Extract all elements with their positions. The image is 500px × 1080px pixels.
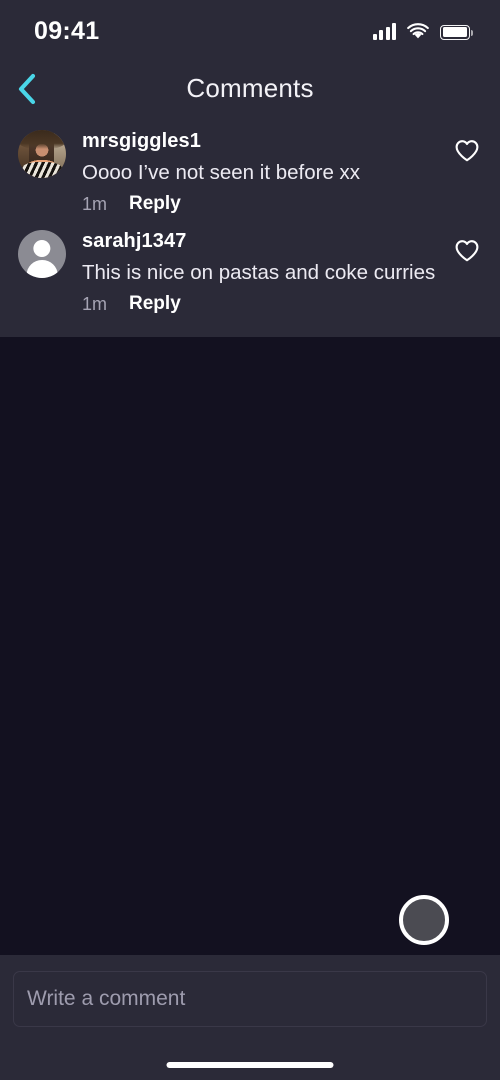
chevron-left-icon — [18, 73, 36, 104]
page-title: Comments — [186, 73, 314, 103]
comment-item[interactable]: mrsgiggles1 Oooo I’ve not seen it before… — [0, 121, 500, 221]
back-button[interactable] — [4, 66, 50, 112]
phone-screen: 09:41 Comments mrsgiggles1 Oooo I’ve not… — [0, 0, 500, 1080]
comments-list: mrsgiggles1 Oooo I’ve not seen it before… — [0, 115, 500, 337]
capture-button[interactable] — [399, 895, 449, 945]
avatar[interactable] — [18, 230, 66, 278]
comment-text: This is nice on pastas and coke curries — [82, 261, 436, 284]
comment-meta: 1m Reply — [82, 293, 444, 315]
heart-outline-icon — [455, 140, 479, 162]
comment-body: sarahj1347 This is nice on pastas and co… — [66, 228, 450, 315]
comment-text: Oooo I’ve not seen it before xx — [82, 161, 361, 184]
comment-username[interactable]: sarahj1347 — [82, 228, 444, 254]
reply-button[interactable]: Reply — [129, 193, 181, 215]
comment-item[interactable]: sarahj1347 This is nice on pastas and co… — [0, 221, 500, 321]
comment-timestamp: 1m — [82, 293, 108, 314]
wifi-icon — [407, 22, 429, 38]
status-bar: 09:41 — [0, 0, 500, 62]
home-indicator — [166, 1062, 334, 1068]
navigation-header: Comments — [0, 62, 500, 115]
comment-body: mrsgiggles1 Oooo I’ve not seen it before… — [66, 128, 450, 215]
like-button[interactable] — [450, 234, 484, 268]
comment-username[interactable]: mrsgiggles1 — [82, 128, 444, 154]
comment-timestamp: 1m — [82, 193, 108, 214]
status-bar-icons — [372, 22, 474, 40]
like-button[interactable] — [450, 134, 484, 168]
avatar[interactable] — [18, 130, 66, 178]
heart-outline-icon — [455, 240, 479, 262]
battery-full-icon — [440, 24, 474, 40]
reply-button[interactable]: Reply — [129, 293, 181, 315]
comment-meta: 1m Reply — [82, 193, 444, 215]
media-content-area[interactable] — [0, 337, 500, 955]
comment-input[interactable] — [13, 971, 487, 1027]
cellular-signal-icon — [372, 23, 396, 40]
status-bar-time: 09:41 — [34, 16, 100, 45]
